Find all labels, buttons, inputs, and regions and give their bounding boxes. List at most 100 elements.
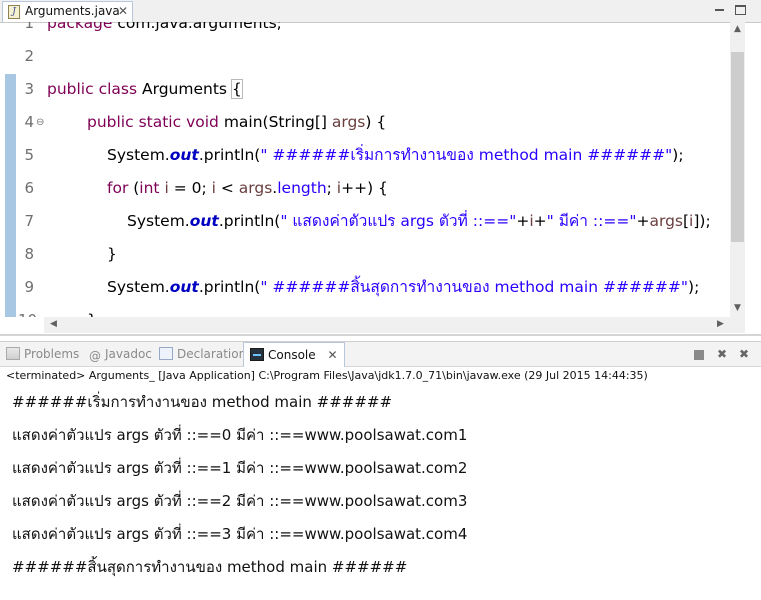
console-output-line: แสดงค่าตัวแปร args ตัวที่ ::==3 มีค่า ::…	[12, 525, 468, 543]
editor-tab-arguments-java[interactable]: J Arguments.java ✕	[2, 1, 133, 22]
code-token: length	[277, 179, 327, 197]
line-number: 2	[24, 47, 34, 65]
views-tab-bar: Problems @ Javadoc Declaration Console ✕ …	[0, 341, 761, 367]
editor-pane: J Arguments.java ✕ 1 package com.java.arg…	[0, 0, 761, 336]
console-output-line: แสดงค่าตัวแปร args ตัวที่ ::==1 มีค่า ::…	[12, 459, 468, 477]
terminate-icon[interactable]	[694, 350, 704, 360]
line-number: 9	[24, 278, 34, 296]
tab-problems-label: Problems	[24, 347, 80, 361]
console-output-line: แสดงค่าตัวแปร args ตัวที่ ::==0 มีค่า ::…	[12, 426, 468, 444]
code-token: public	[87, 113, 134, 131]
editor-vertical-scrollbar[interactable]: ▲ ▼	[730, 22, 745, 317]
code-token: public	[47, 80, 94, 98]
scroll-right-icon[interactable]: ▶	[713, 319, 728, 329]
code-token: " ######สิ้นสุดการทำงานของ method main #…	[260, 278, 689, 296]
line-number: 6	[24, 179, 34, 197]
code-token: System.	[107, 278, 170, 296]
editor-tab-label: Arguments.java	[25, 4, 120, 18]
code-token: +	[533, 212, 547, 230]
tab-javadoc-label: Javadoc	[105, 347, 152, 361]
code-token: main(String[]	[218, 113, 332, 131]
code-token: out	[169, 146, 199, 164]
line-number: 4	[24, 113, 34, 131]
code-line[interactable]: 8}	[0, 238, 730, 271]
code-token: out	[169, 278, 199, 296]
code-token: (	[128, 179, 140, 197]
tab-declaration[interactable]: Declaration	[159, 342, 246, 367]
console-output-line: ######เริ่มการทำงานของ method main #####…	[12, 393, 393, 411]
code-token: .println(	[198, 278, 261, 296]
editor-tab-bar: J Arguments.java ✕	[0, 0, 761, 23]
code-token: ]);	[693, 212, 711, 230]
code-token: );	[672, 146, 684, 164]
minimize-icon[interactable]	[713, 3, 726, 16]
editor-border	[0, 334, 761, 336]
code-text: package com.java.arguments;	[47, 22, 282, 40]
scroll-left-icon[interactable]: ◀	[46, 319, 61, 329]
code-line[interactable]: 4 ⊖ public static void main(String[] args)…	[0, 106, 730, 139]
code-token: .println(	[198, 146, 261, 164]
code-token: System.	[127, 212, 190, 230]
code-token: Arguments	[137, 80, 232, 98]
code-token: ) {	[365, 113, 387, 131]
code-line[interactable]: 6 for (int i = 0; i < args.length; i++) {	[0, 172, 730, 205]
code-token: ;	[326, 179, 337, 197]
remove-all-launches-icon[interactable]: ✖	[738, 348, 750, 360]
code-line[interactable]: 5 System.out.println(" ######เริ่มการทำงา…	[0, 139, 730, 172]
close-icon[interactable]: ✕	[118, 4, 128, 18]
code-text: public static void main(String[] args) {	[87, 106, 386, 139]
code-token: {	[230, 79, 243, 99]
code-token: " แสดงค่าตัวแปร args ตัวที่ ::=="	[280, 212, 517, 230]
problems-icon	[6, 347, 20, 360]
code-line[interactable]: 9 System.out.println(" ######สิ้นสุดการทำ…	[0, 271, 730, 304]
fold-toggle-icon[interactable]: ⊖	[36, 106, 44, 139]
code-line[interactable]: 1 package com.java.arguments;	[0, 22, 730, 40]
code-token: System.	[107, 146, 170, 164]
tab-javadoc[interactable]: @ Javadoc	[89, 342, 152, 367]
code-text: System.out.println(" ######เริ่มการทำงาน…	[107, 139, 684, 172]
code-text: }	[107, 238, 117, 271]
code-token: static	[138, 113, 182, 131]
code-token: +	[636, 212, 650, 230]
line-number: 1	[24, 22, 34, 32]
declaration-icon	[159, 347, 173, 360]
scroll-up-icon[interactable]: ▲	[730, 24, 745, 34]
line-number: 8	[24, 245, 34, 263]
remove-launch-icon[interactable]: ✖	[716, 348, 728, 360]
code-token: for	[107, 179, 129, 197]
code-text: System.out.println(" แสดงค่าตัวแปร args …	[127, 205, 711, 238]
code-token: int	[139, 179, 160, 197]
code-line[interactable]: 2	[0, 40, 730, 73]
code-line[interactable]: 10}	[0, 304, 730, 317]
console-output-line: ######สิ้นสุดการทำงานของ method main ###…	[12, 558, 408, 576]
maximize-icon[interactable]	[735, 5, 746, 15]
code-line[interactable]: 7 System.out.println(" แสดงค่าตัวแปร args…	[0, 205, 730, 238]
code-token: " มีค่า ::=="	[546, 212, 637, 230]
code-token: .println(	[218, 212, 281, 230]
code-line[interactable]: 3 public class Arguments {	[0, 73, 730, 106]
code-area[interactable]: 1 package com.java.arguments; 2 3 public cla…	[0, 22, 730, 317]
code-token: args	[331, 113, 366, 131]
scroll-corner	[730, 317, 745, 333]
scroll-thumb[interactable]	[731, 52, 744, 242]
scroll-down-icon[interactable]: ▼	[730, 303, 745, 313]
code-token: package	[47, 22, 113, 32]
code-token: class	[98, 80, 138, 98]
console-output[interactable]: ######เริ่มการทำงานของ method main #####…	[0, 386, 761, 600]
code-text: System.out.println(" ######สิ้นสุดการทำง…	[107, 271, 699, 304]
code-text: }	[87, 304, 97, 317]
line-number: 7	[24, 212, 34, 230]
line-number: 5	[24, 146, 34, 164]
code-token: );	[688, 278, 700, 296]
code-token: +	[516, 212, 530, 230]
javadoc-icon: @	[89, 349, 101, 363]
close-icon[interactable]: ✕	[327, 348, 337, 362]
code-token: = 0;	[168, 179, 212, 197]
editor-horizontal-scrollbar[interactable]: ◀ ▶	[44, 317, 730, 333]
tab-problems[interactable]: Problems	[6, 342, 79, 367]
tab-declaration-label: Declaration	[177, 347, 247, 361]
code-token: void	[186, 113, 219, 131]
tab-console[interactable]: Console ✕	[243, 342, 345, 367]
code-token: }	[107, 245, 117, 263]
console-status: <terminated> Arguments_ [Java Applicatio…	[6, 369, 648, 382]
